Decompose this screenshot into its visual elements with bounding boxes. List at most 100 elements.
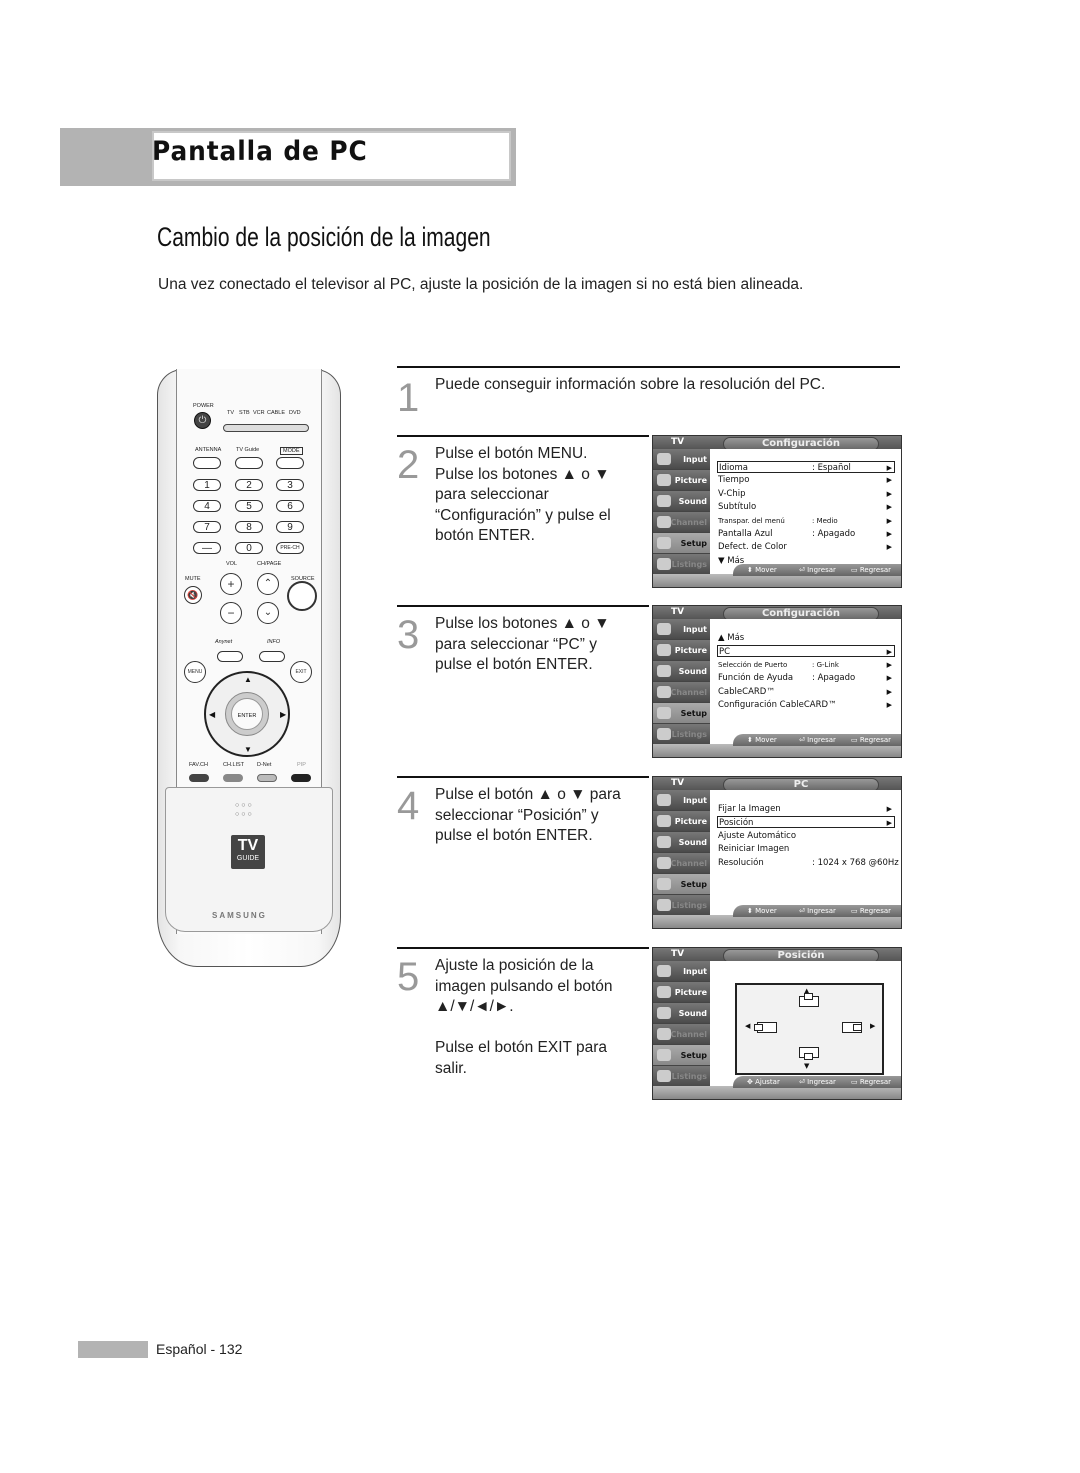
- osd-sidebar-setup: Setup: [653, 874, 710, 895]
- move-hint-label: Mover: [755, 566, 777, 574]
- footer-bar: [78, 1341, 148, 1358]
- picture-icon: [657, 644, 671, 656]
- digit-2-button: 2: [235, 479, 263, 491]
- info-label: INFO: [267, 639, 281, 645]
- anynet-label: Anynet: [215, 639, 233, 645]
- osd-tv-label: TV: [671, 949, 685, 959]
- digit-5-button: 5: [235, 500, 263, 512]
- mode-label-stb: STB: [239, 410, 250, 416]
- step-line: para seleccionar: [435, 486, 549, 503]
- step-line: “Configuración” y pulse el: [435, 506, 611, 524]
- position-down-inner: [804, 1053, 813, 1060]
- position-down-frame: [799, 1047, 819, 1060]
- step-number: 2: [397, 443, 420, 487]
- return-hint: ▭ Regresar: [851, 734, 891, 746]
- mode-indicator-slot: [223, 424, 309, 432]
- sound-icon: [657, 495, 671, 507]
- osd-menu-item: Defect. de Color ▶: [718, 541, 894, 553]
- osd-sidebar-label: Input: [683, 796, 707, 805]
- osd-menu-item: ▲ Más: [718, 632, 894, 644]
- osd-menu: ▲ ◀ ▶ ▼: [710, 961, 901, 1088]
- tv-guide-logo-tv: TV: [237, 837, 259, 854]
- return-hint-label: Regresar: [859, 1078, 892, 1086]
- chevron-right-icon: ▶: [886, 476, 892, 485]
- menu-button: MENU: [184, 661, 206, 683]
- mode-label-dvd: DVD: [289, 410, 301, 416]
- move-hint: ✥ Ajustar: [747, 1076, 780, 1088]
- step-text: Pulse los botones ▲ o ▼ para seleccionar…: [435, 614, 610, 676]
- setup-icon: [657, 707, 671, 719]
- osd-tv-label: TV: [671, 437, 685, 447]
- move-hint-label: Mover: [755, 736, 777, 744]
- osd-sidebar-label: Setup: [680, 539, 707, 548]
- chevron-right-icon: ▶: [886, 674, 892, 683]
- enter-hint: ⏎ Ingresar: [799, 1076, 836, 1088]
- dpad-down-icon: ▼: [244, 745, 252, 754]
- step-line: pulse el botón ENTER.: [435, 656, 593, 673]
- picture-icon: [657, 815, 671, 827]
- osd-sidebar-label: Picture: [674, 646, 707, 655]
- speaker-dots: ○○○ ○○○: [235, 802, 254, 818]
- osd-menu-item: Transpar. del menú: Medio ▶: [718, 515, 894, 527]
- osd-footer-bar: ⬍ Mover ⏎ Ingresar ▭ Regresar: [733, 564, 901, 576]
- osd-item-label: PC: [719, 647, 731, 658]
- input-icon: [657, 794, 671, 806]
- d-net-label: D-Net: [257, 762, 272, 768]
- osd-sidebar-setup: Setup: [653, 533, 710, 554]
- digit-9-button: 9: [276, 521, 304, 533]
- directional-pad: ▲ ▼ ◀ ▶ ENTER: [204, 671, 290, 757]
- position-left-inner: [754, 1024, 763, 1031]
- osd-screen-3: TV PC Input Picture Sound Channel Setup Listing…: [652, 776, 902, 929]
- osd-item-value: : Apagado: [812, 529, 856, 539]
- exit-button: EXIT: [290, 661, 312, 683]
- osd-sidebar: Input Picture Sound Channel Setup Listings: [653, 961, 710, 1088]
- mode-label: MODE: [280, 447, 303, 455]
- antenna-button: [193, 457, 221, 469]
- osd-sidebar-channel: Channel: [653, 512, 710, 533]
- mode-label-cable: CABLE: [267, 410, 286, 416]
- chevron-right-icon: ▶: [886, 530, 892, 538]
- chevron-right-icon: ▶: [886, 805, 892, 813]
- move-hint: ⬍ Mover: [747, 734, 777, 746]
- chevron-right-icon: ▶: [886, 648, 892, 657]
- return-hint: ▭ Regresar: [851, 905, 891, 917]
- digit-3-button: 3: [276, 479, 304, 491]
- ch-list-label: CH.LIST: [223, 762, 245, 768]
- osd-item-label: Idioma: [719, 463, 748, 473]
- ch-up-icon: ⌃: [257, 573, 279, 595]
- osd-item-label: Defect. de Color: [718, 542, 787, 553]
- chevron-right-icon: ▶: [886, 660, 892, 669]
- input-icon: [657, 453, 671, 465]
- ch-list-button: [223, 774, 243, 782]
- osd-sidebar-label: Listings: [671, 730, 707, 739]
- osd-sidebar: Input Picture Sound Channel Setup Listings: [653, 449, 710, 576]
- sound-icon: [657, 836, 671, 848]
- position-right-inner: [853, 1024, 862, 1031]
- chevron-right-icon: ▶: [886, 543, 892, 552]
- power-icon: ⏻: [194, 412, 211, 429]
- osd-sidebar-input: Input: [653, 449, 710, 470]
- chevron-right-icon: ▶: [886, 489, 892, 498]
- osd-footer-bar: ✥ Ajustar ⏎ Ingresar ▭ Regresar: [733, 1076, 901, 1088]
- ch-down-icon: ⌄: [257, 602, 279, 624]
- osd-item-label: V-Chip: [718, 488, 746, 499]
- enter-hint-label: Ingresar: [807, 566, 836, 574]
- up-down-arrow-icon: ⬍: [747, 566, 753, 574]
- osd-menu-item: CableCARD™ ▶: [718, 686, 894, 698]
- osd-menu-item: Posición ▶: [717, 816, 895, 829]
- tv-guide-button: [235, 457, 263, 469]
- chevron-right-icon: ▶: [886, 464, 892, 472]
- osd-sidebar-label: Channel: [670, 859, 707, 868]
- osd-sidebar-picture: Picture: [653, 470, 710, 491]
- return-icon: ▭: [851, 566, 858, 574]
- enter-hint: ⏎ Ingresar: [799, 734, 836, 746]
- osd-sidebar-label: Listings: [671, 560, 707, 569]
- enter-button: ENTER: [231, 698, 263, 730]
- enter-icon: ⏎: [799, 1078, 805, 1086]
- tv-guide-logo: TV GUIDE: [231, 835, 265, 869]
- digit-7-button: 7: [193, 521, 221, 533]
- return-hint: ▭ Regresar: [851, 1076, 891, 1088]
- enter-hint: ⏎ Ingresar: [799, 905, 836, 917]
- mode-label-vcr: VCR: [253, 410, 265, 416]
- position-up-frame: [799, 993, 819, 1007]
